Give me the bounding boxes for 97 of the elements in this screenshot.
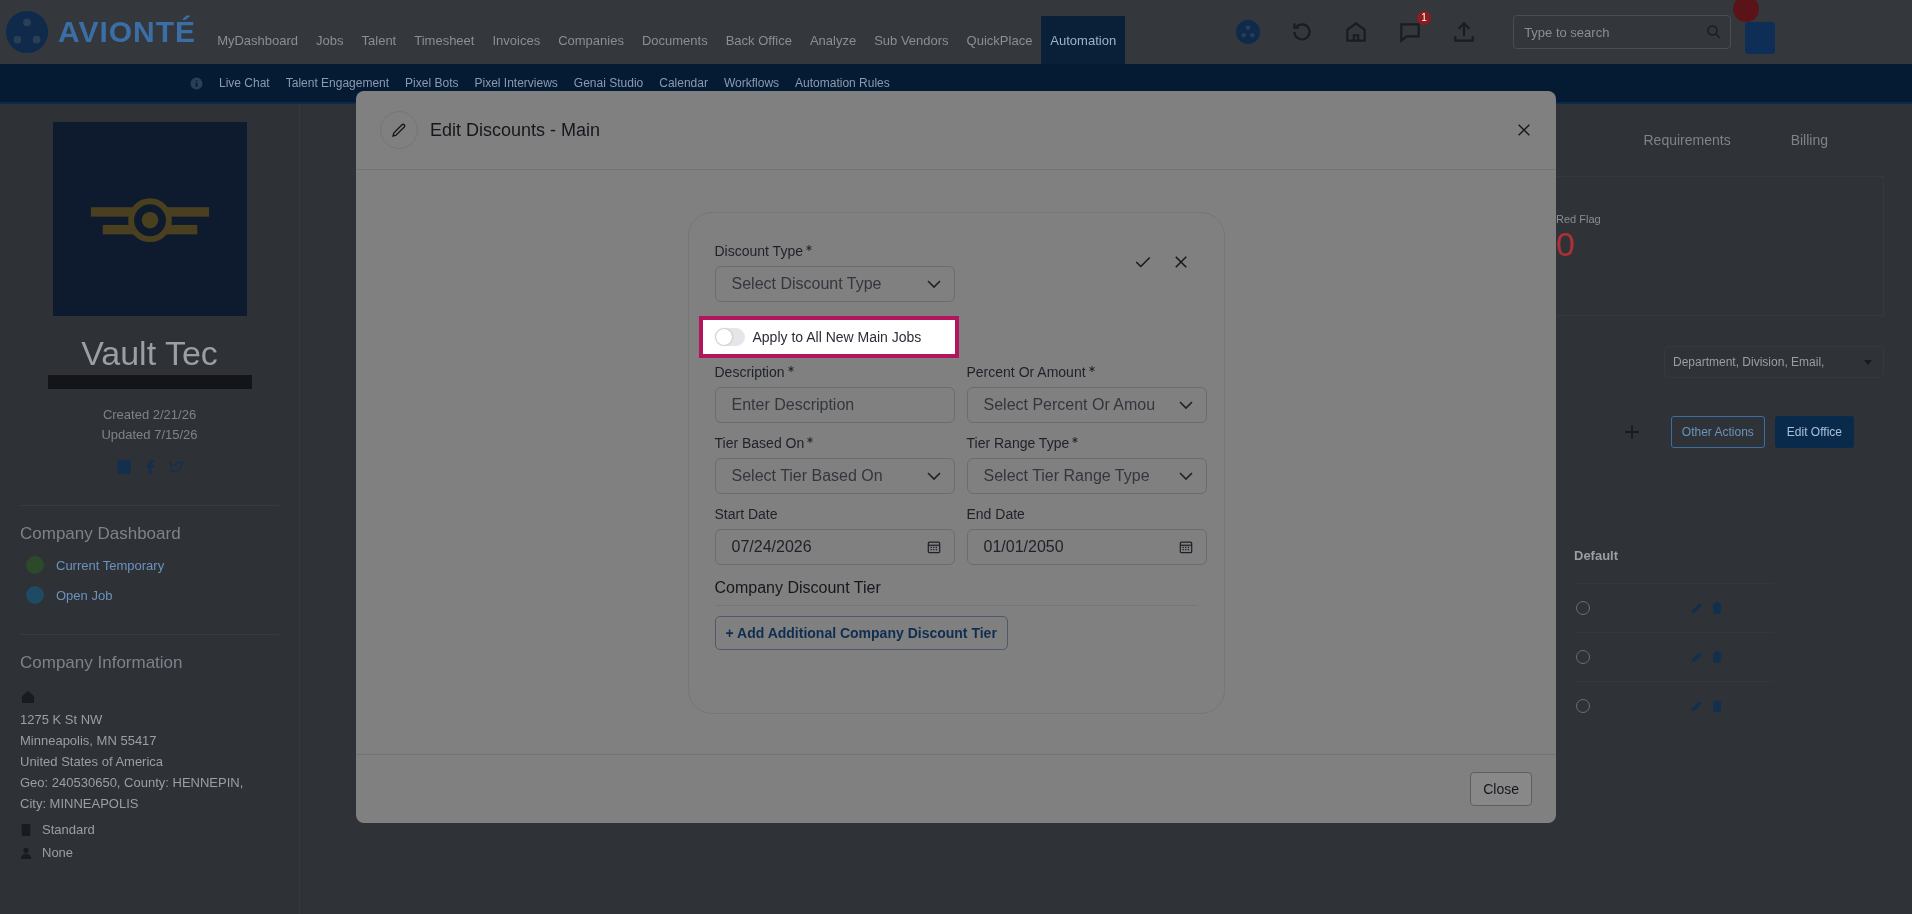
toggle-label: Apply to All New Main Jobs [752,329,922,345]
address-line: Minneapolis, MN 55417 [20,732,158,750]
chevron-icon [1178,471,1193,481]
nav-tab[interactable]: Analyze [800,16,866,64]
plus-icon[interactable] [1622,423,1641,441]
created-date: Created 2/21/26 [101,406,198,424]
input-field[interactable]: Enter Description [714,387,955,423]
notification-badge: 1 [1417,11,1432,25]
address-line: Geo: 240530650, County: HENNEPIN, [20,774,245,792]
chevron-icon [926,279,941,289]
detail-text: None [42,845,74,860]
field-label: Description [714,364,955,380]
page-tab[interactable]: Billing [1790,132,1828,148]
trash-icon[interactable] [1710,649,1724,665]
nav-tab[interactable]: Jobs [307,16,353,64]
house-icon [20,689,36,705]
pencil-icon[interactable] [1690,600,1704,616]
address-line: United States of America [20,753,165,771]
add-tier-button[interactable]: + Add Additional Company Discount Tier [714,616,1008,650]
calendar-icon[interactable] [1178,540,1193,554]
search-field[interactable]: Type to search [1513,15,1732,49]
updated-date: Updated 7/15/26 [100,426,199,444]
linkedin-icon[interactable] [115,459,132,475]
nav-tab[interactable]: Automation [1041,16,1126,64]
other-actions-button[interactable]: Other Actions [1670,416,1765,448]
stat-value: 0 [1556,225,1576,264]
column-header: Default [1574,548,1620,565]
trash-icon[interactable] [1710,600,1724,616]
sub-nav-link[interactable]: Talent Engagement [285,76,390,90]
nav-tab[interactable]: Sub Vendors [865,16,958,64]
nav-tab[interactable]: Talent [352,16,406,64]
modal-title: Edit Discounts - Main [430,119,602,141]
section-title: Company Information [20,634,279,673]
company-name: Vault Tec [80,334,219,373]
filter-dropdown[interactable]: Department, Division, Email, [1664,346,1884,378]
nav-tab[interactable]: Documents [632,16,717,64]
caret-icon [1861,357,1875,367]
field-label: Tier Range Type [966,435,1207,451]
dropdown[interactable]: Select Discount Type [714,266,955,302]
field-label: Start Date [714,506,779,522]
filter-text: Department, Division, Email, [1673,355,1825,369]
dashboard-link[interactable]: Current Temporary [56,557,165,573]
trash-icon[interactable] [1710,698,1724,714]
logo-icon [4,9,50,55]
field-label: Tier Based On [714,435,955,451]
network-icon[interactable] [1235,19,1262,45]
calendar-icon[interactable] [926,540,941,554]
dropdown[interactable]: Select Percent Or Amou [966,387,1207,423]
asterisk-icon [805,245,812,251]
brand-name: AVIONTÉ [58,15,197,49]
sub-nav-link[interactable]: Live Chat [219,76,270,90]
status-dot [1733,0,1760,22]
detail-text: Standard [42,822,95,837]
info-icon [190,76,203,90]
nav-tab[interactable]: QuickPlace [957,16,1042,64]
sub-nav-link[interactable]: Workflows [723,76,780,90]
chevron-icon [926,471,941,481]
field-label: Percent Or Amount [966,364,1207,380]
asterisk-icon [1088,366,1095,372]
document-icon [20,822,32,837]
pencil-icon [390,121,408,139]
sub-nav-link[interactable]: Calendar [659,76,708,90]
nav-tab[interactable]: Invoices [483,16,550,64]
dashboard-link[interactable]: Open Job [56,587,113,603]
address-line: City: MINNEAPOLIS [20,795,140,813]
close-icon[interactable] [1516,122,1532,138]
field-label: Discount Type [714,243,955,259]
nav-tab[interactable]: Timesheet [405,16,484,64]
toggle-switch[interactable] [714,328,745,346]
sub-nav-link[interactable]: Genai Studio [573,76,644,90]
pencil-icon[interactable] [1690,649,1704,665]
stat-label: Red Flag [1556,213,1601,225]
asterisk-icon [807,437,814,443]
date-field[interactable]: 07/24/2026 [714,529,955,565]
edit-office-button[interactable]: Edit Office [1774,416,1854,448]
nav-tab[interactable]: MyDashboard [208,16,308,64]
sub-nav-link[interactable]: Automation Rules [795,76,890,90]
asterisk-icon [787,366,794,372]
nav-tab[interactable]: Back Office [716,16,801,64]
asterisk-icon [1072,437,1079,443]
page-tab[interactable]: Requirements [1643,132,1731,148]
nav-tab[interactable]: Companies [549,16,633,64]
close-button[interactable]: Close [1470,772,1532,806]
section-title: Company Discount Tier [714,579,1198,606]
sub-nav-link[interactable]: Pixel Interviews [474,76,558,90]
dropdown[interactable]: Select Tier Based On [714,458,955,494]
chevron-icon [1178,400,1193,410]
bird-icon[interactable] [167,459,184,475]
dropdown[interactable]: Select Tier Range Type [966,458,1207,494]
sub-nav-link[interactable]: Pixel Bots [405,76,459,90]
date-field[interactable]: 01/01/2050 [966,529,1207,565]
address-line: 1275 K St NW [20,711,104,729]
person-icon [20,845,32,860]
section-title: Company Dashboard [20,505,279,544]
field-label: End Date [966,506,1026,522]
pencil-icon[interactable] [1690,698,1704,714]
avatar[interactable] [1745,22,1776,54]
